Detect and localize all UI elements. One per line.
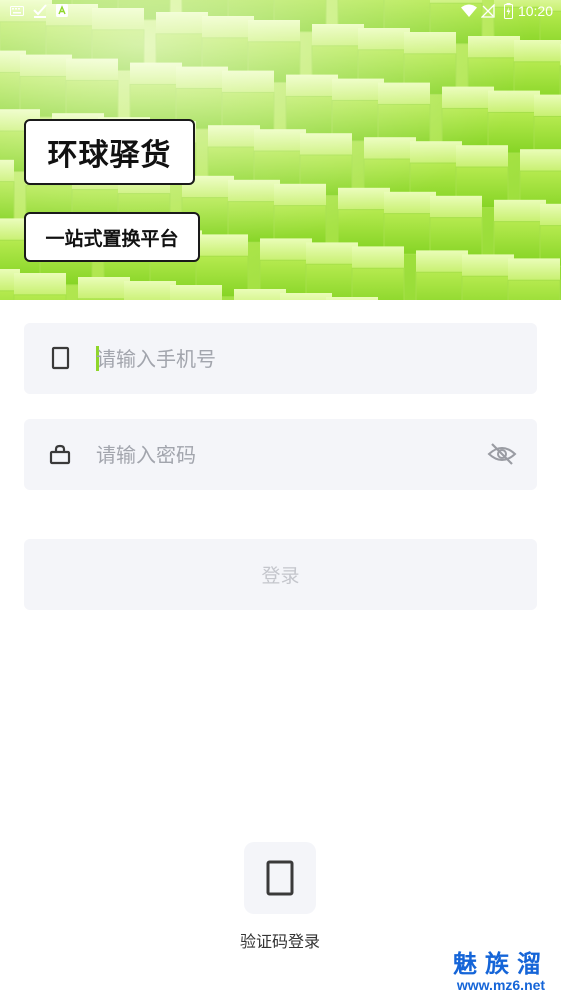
- app-subtitle: 一站式置换平台: [24, 212, 200, 262]
- phone-input[interactable]: [96, 323, 476, 394]
- watermark-url: www.mz6.net: [456, 977, 546, 993]
- phone-icon: [266, 860, 294, 896]
- phone-field[interactable]: [24, 323, 537, 394]
- download-check-icon: [33, 4, 47, 18]
- sms-login-button[interactable]: [244, 842, 316, 914]
- eye-off-icon[interactable]: [487, 441, 517, 467]
- lock-icon: [49, 444, 71, 465]
- password-input[interactable]: [96, 419, 476, 490]
- hero-banner: 10:20 环球驿货 一站式置换平台: [0, 0, 561, 300]
- sms-login-label: 验证码登录: [239, 932, 320, 951]
- status-time: 10:20: [517, 3, 553, 19]
- login-button[interactable]: 登录: [24, 539, 537, 610]
- keyboard-icon: [10, 6, 24, 16]
- wifi-icon: [461, 4, 477, 17]
- phone-icon: [51, 346, 70, 370]
- watermark-text: 魅族溜: [453, 950, 549, 978]
- no-signal-icon: [481, 4, 495, 18]
- battery-icon: [504, 3, 513, 19]
- app-title: 环球驿货: [24, 119, 195, 185]
- watermark: 魅族溜 www.mz6.net: [453, 951, 549, 993]
- sms-login[interactable]: 验证码登录: [220, 842, 340, 952]
- password-field[interactable]: [24, 419, 537, 490]
- status-bar: 10:20: [0, 0, 561, 24]
- a-letter-icon: [56, 4, 68, 17]
